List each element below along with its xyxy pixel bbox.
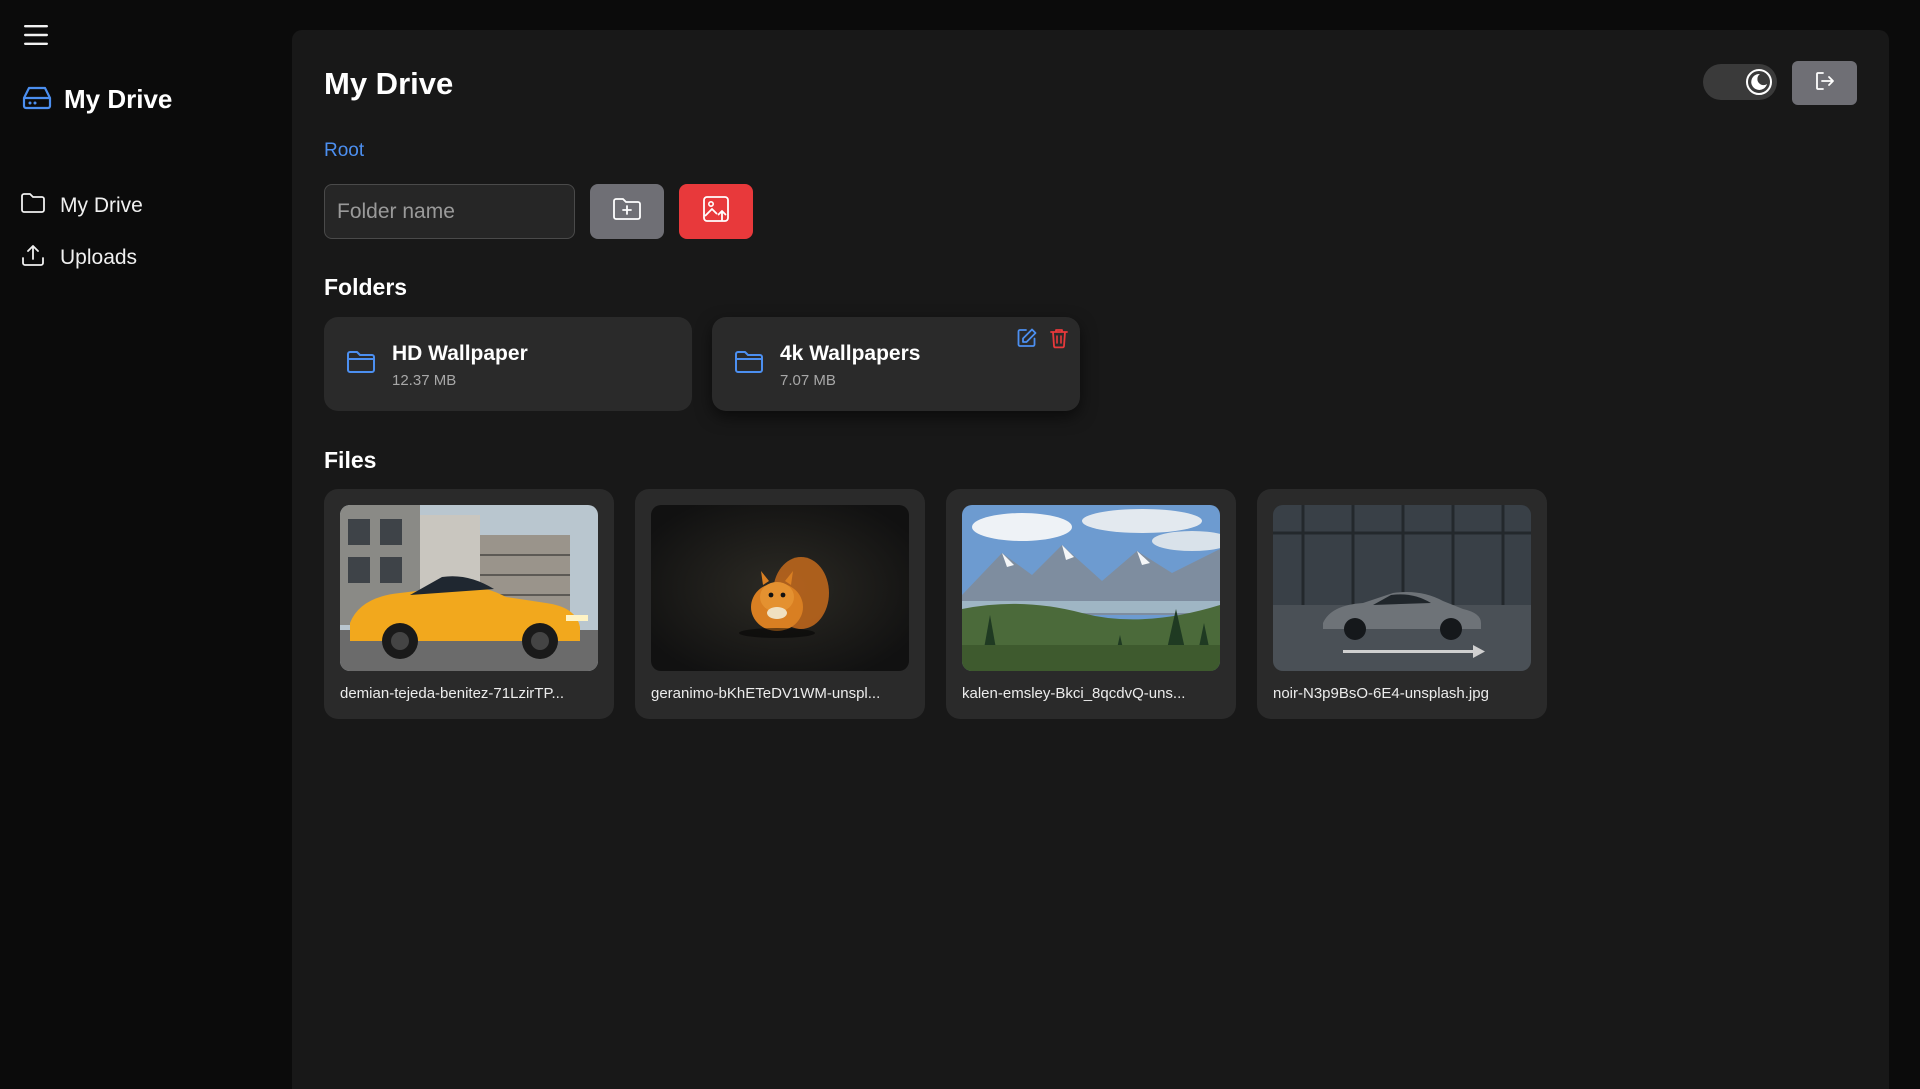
file-thumbnail bbox=[340, 505, 598, 671]
folder-size: 7.07 MB bbox=[780, 372, 836, 389]
upload-image-button[interactable] bbox=[679, 184, 753, 239]
file-thumbnail bbox=[651, 505, 909, 671]
file-card[interactable]: noir-N3p9BsO-6E4-unsplash.jpg bbox=[1257, 489, 1547, 719]
sidebar-item-label: Uploads bbox=[60, 246, 138, 269]
sidebar-item-label: My Drive bbox=[60, 194, 143, 217]
moon-icon bbox=[1745, 68, 1773, 96]
create-folder-button[interactable] bbox=[590, 184, 664, 239]
file-name: noir-N3p9BsO-6E4-unsplash.jpg bbox=[1273, 685, 1489, 702]
page-title: My Drive bbox=[324, 66, 454, 101]
folder-name: HD Wallpaper bbox=[392, 342, 528, 365]
folder-name: 4k Wallpapers bbox=[780, 342, 921, 365]
sidebar-nav: My Drive Uploads bbox=[20, 180, 143, 284]
file-card[interactable]: geranimo-bKhETeDV1WM-unspl... bbox=[635, 489, 925, 719]
file-card[interactable]: kalen-emsley-Bkci_8qcdvQ-uns... bbox=[946, 489, 1236, 719]
brand: My Drive bbox=[22, 84, 172, 115]
hard-drive-icon bbox=[22, 84, 52, 115]
folder-size: 12.37 MB bbox=[392, 372, 457, 389]
brand-title: My Drive bbox=[64, 84, 173, 114]
logout-button[interactable] bbox=[1792, 61, 1857, 105]
sidebar-item-my-drive[interactable]: My Drive bbox=[20, 180, 143, 232]
edit-icon[interactable] bbox=[1016, 327, 1038, 349]
files-heading: Files bbox=[324, 447, 377, 473]
breadcrumb-root[interactable]: Root bbox=[324, 140, 364, 162]
folder-plus-icon bbox=[612, 196, 642, 227]
file-thumbnail bbox=[962, 505, 1220, 671]
folders-heading: Folders bbox=[324, 274, 408, 300]
logout-icon bbox=[1813, 69, 1837, 98]
upload-icon bbox=[20, 243, 46, 273]
trash-icon[interactable] bbox=[1048, 327, 1070, 349]
file-card[interactable]: demian-tejeda-benitez-71LzirTP... bbox=[324, 489, 614, 719]
folder-icon bbox=[346, 349, 376, 380]
folder-icon bbox=[20, 191, 46, 221]
theme-toggle[interactable] bbox=[1703, 64, 1777, 100]
folder-card[interactable]: HD Wallpaper 12.37 MB bbox=[324, 317, 692, 411]
file-name: kalen-emsley-Bkci_8qcdvQ-uns... bbox=[962, 685, 1186, 702]
folder-name-input[interactable] bbox=[324, 184, 575, 239]
folder-actions bbox=[1016, 327, 1070, 349]
file-name: geranimo-bKhETeDV1WM-unspl... bbox=[651, 685, 881, 702]
image-upload-icon bbox=[701, 194, 731, 229]
main-panel: My Drive Root Folder name Folders HD Wal… bbox=[292, 30, 1889, 1089]
file-name: demian-tejeda-benitez-71LzirTP... bbox=[340, 685, 565, 702]
sidebar-item-uploads[interactable]: Uploads bbox=[20, 232, 143, 284]
folder-card[interactable]: 4k Wallpapers 7.07 MB bbox=[712, 317, 1080, 411]
hamburger-icon[interactable] bbox=[22, 22, 50, 48]
file-thumbnail bbox=[1273, 505, 1531, 671]
sidebar: My Drive My Drive Uploads bbox=[0, 0, 290, 1089]
folder-icon bbox=[734, 349, 764, 380]
